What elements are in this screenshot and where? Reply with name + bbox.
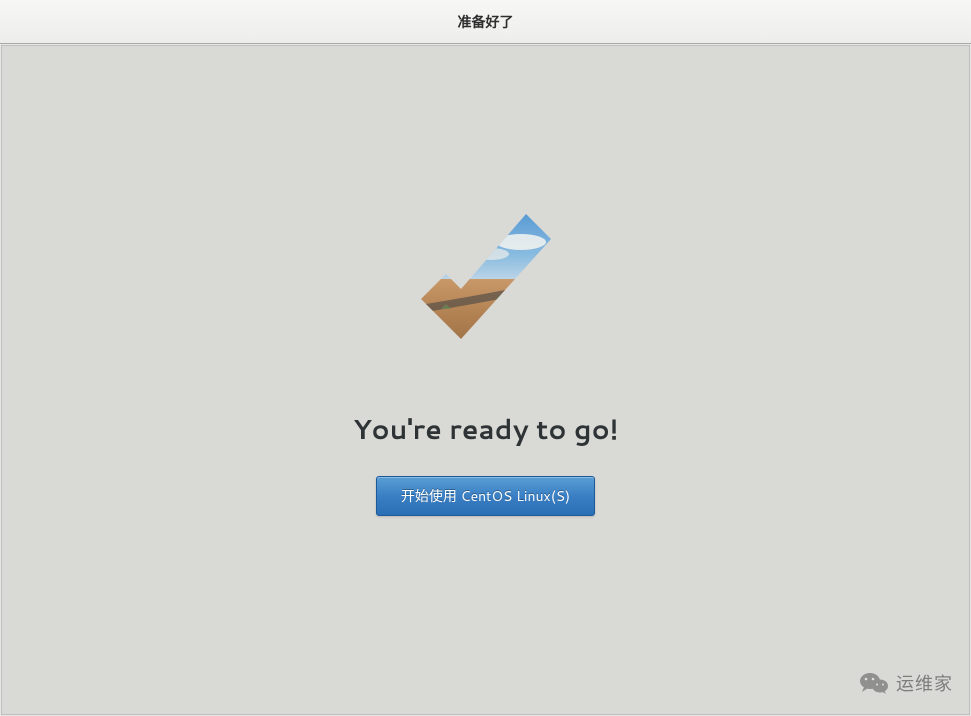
window-title: 准备好了 [458, 12, 514, 32]
ready-heading: You're ready to go! [353, 409, 619, 448]
watermark: 运维家 [860, 670, 953, 696]
watermark-text: 运维家 [896, 670, 953, 696]
setup-complete-panel: You're ready to go! 开始使用 CentOS Linux(S) [1, 45, 970, 715]
wechat-icon [860, 672, 888, 694]
checkmark-photo-icon [396, 214, 576, 374]
window-titlebar: 准备好了 [0, 0, 971, 44]
start-using-button[interactable]: 开始使用 CentOS Linux(S) [376, 476, 595, 516]
